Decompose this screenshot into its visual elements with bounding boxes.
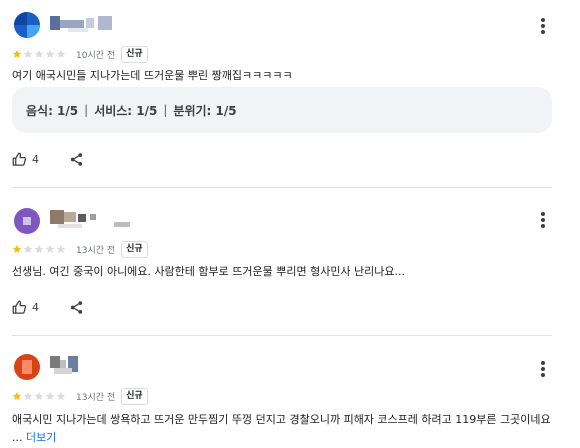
avatar[interactable] [14,208,40,234]
like-count: 4 [32,152,39,166]
review-card: 10시간 전 신규 여기 애국시민들 지나가는데 뜨거운물 뿌린 짱깨집ㅋㅋㅋㅋ… [0,0,580,182]
review-card: 13시간 전 신규 선생님. 여긴 중국이 아니에요. 사람한테 함부로 뜨거운… [0,188,580,328]
star-icon [23,391,33,401]
star-icon [56,391,66,401]
star-icon [23,244,33,254]
share-icon [70,300,83,314]
review-meta: 10시간 전 신규 [12,45,148,63]
star-rating [12,391,66,401]
aspect-ratings: 음식: 1/5 | 서비스: 1/5 | 분위기: 1/5 [12,87,552,133]
review-time: 13시간 전 [76,245,116,256]
thumbs-up-icon [12,300,27,314]
review-time: 10시간 전 [76,50,116,61]
like-button[interactable]: 4 [12,152,39,167]
star-icon [34,49,44,59]
share-button[interactable] [69,300,84,315]
thumbs-up-icon [12,152,27,166]
share-icon [70,152,83,166]
read-more-link[interactable]: 더보기 [26,431,56,444]
reviewer-name[interactable] [50,208,132,228]
share-button[interactable] [69,152,84,167]
review-meta: 13시간 전 신규 [12,387,148,405]
review-text: 여기 애국시민들 지나가는데 뜨거운물 뿌린 짱깨집ㅋㅋㅋㅋㅋ [12,69,293,82]
review-text: 애국시민 지나가는데 쌍욕하고 뜨거운 만두찜기 뚜껑 던지고 경찰오니까 피해… [12,411,560,447]
reviewer-name[interactable] [50,14,120,34]
like-button[interactable]: 4 [12,300,39,315]
review-text-body: 애국시민 지나가는데 쌍욕하고 뜨거운 만두찜기 뚜껑 던지고 경찰오니까 피해… [12,413,551,444]
review-actions: 4 [12,298,84,316]
star-icon [34,391,44,401]
review-meta: 13시간 전 신규 [12,240,148,258]
avatar[interactable] [14,12,40,38]
star-icon [12,391,22,401]
avatar[interactable] [14,354,40,380]
star-icon [45,49,55,59]
food-rating: 음식: 1/5 [26,103,79,118]
like-count: 4 [32,300,39,314]
review-text: 선생님. 여긴 중국이 아니에요. 사람한테 함부로 뜨거운물 뿌리면 형사민사… [12,265,406,278]
star-icon [45,391,55,401]
new-badge: 신규 [121,387,148,405]
star-icon [23,49,33,59]
star-icon [45,244,55,254]
more-options-icon[interactable] [536,358,550,380]
star-rating [12,49,66,59]
star-icon [56,49,66,59]
atmosphere-rating: 분위기: 1/5 [173,103,237,118]
review-card: 13시간 전 신규 애국시민 지나가는데 쌍욕하고 뜨거운 만두찜기 뚜껑 던지… [0,336,580,448]
star-icon [34,244,44,254]
separator: | [84,103,89,117]
review-actions: 4 [12,150,84,168]
more-options-icon[interactable] [536,209,550,231]
star-icon [12,244,22,254]
service-rating: 서비스: 1/5 [94,103,158,118]
new-badge: 신규 [121,240,148,258]
star-icon [12,49,22,59]
star-icon [56,244,66,254]
review-time: 13시간 전 [76,392,116,403]
star-rating [12,244,66,254]
reviewer-name[interactable] [50,356,90,376]
new-badge: 신규 [121,45,148,63]
separator: | [163,103,168,117]
more-options-icon[interactable] [536,15,550,37]
